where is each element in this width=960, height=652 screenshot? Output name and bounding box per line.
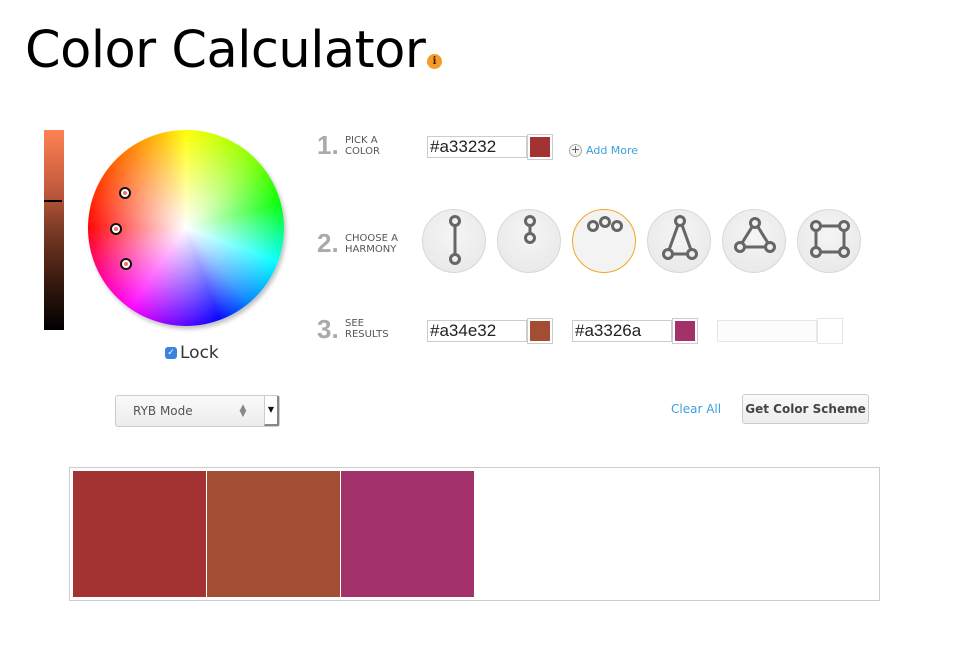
base-color-swatch[interactable]	[527, 134, 553, 160]
palette-swatch-3	[341, 471, 474, 597]
wheel-handle-analogous-1[interactable]	[119, 187, 131, 199]
harmony-split-complementary-button[interactable]	[647, 209, 711, 273]
brightness-slider[interactable]	[44, 130, 64, 330]
brightness-slider-handle[interactable]	[44, 200, 62, 202]
harmony-tetradic-button[interactable]	[797, 209, 861, 273]
monochromatic-icon	[498, 210, 562, 274]
harmony-triadic-button[interactable]	[722, 209, 786, 273]
step-3-label-line2: RESULTS	[345, 329, 389, 340]
step-2-label: CHOOSE A HARMONY	[345, 233, 398, 255]
page-title: Color Calculator	[25, 20, 425, 82]
clear-all-link[interactable]: Clear All	[671, 402, 721, 416]
result-color-field-2	[572, 320, 698, 344]
info-icon[interactable]: i	[427, 54, 442, 69]
step-1-label-line2: COLOR	[345, 146, 380, 157]
result-color-input-2[interactable]	[572, 320, 672, 342]
wheel-handle-base[interactable]	[110, 223, 122, 235]
triadic-icon	[723, 210, 787, 274]
result-color-field-3	[717, 320, 843, 344]
palette-swatch-1	[73, 471, 206, 597]
step-3-number: 3.	[317, 314, 339, 345]
step-3-label: SEE RESULTS	[345, 318, 389, 340]
plus-icon: +	[569, 144, 582, 157]
get-color-scheme-button[interactable]: Get Color Scheme	[742, 394, 869, 424]
result-color-field-1	[427, 320, 553, 344]
step-2-label-line1: CHOOSE A	[345, 233, 398, 244]
step-1-label: PICK A COLOR	[345, 135, 380, 157]
split-complementary-icon	[648, 210, 712, 274]
wheel-handle-analogous-2[interactable]	[120, 258, 132, 270]
result-color-input-3[interactable]	[717, 320, 817, 342]
palette-preview	[69, 467, 880, 601]
result-color-swatch-2[interactable]	[672, 318, 698, 344]
add-more-label: Add More	[586, 144, 638, 157]
base-color-input[interactable]	[427, 136, 527, 158]
color-wheel[interactable]	[88, 130, 284, 326]
base-color-field	[427, 136, 553, 160]
step-1-number: 1.	[317, 130, 339, 161]
step-2-label-line2: HARMONY	[345, 244, 398, 255]
step-2-number: 2.	[317, 228, 339, 259]
tetradic-icon	[798, 210, 862, 274]
add-more-link[interactable]: + Add More	[569, 144, 638, 157]
analogous-icon	[573, 210, 637, 274]
checkbox-checked-icon[interactable]: ✓	[165, 347, 177, 359]
harmony-analogous-button[interactable]	[572, 209, 636, 273]
updown-arrows-icon: ▲▼	[237, 405, 249, 417]
dropdown-arrow-icon[interactable]: ▼	[264, 396, 279, 426]
lock-checkbox[interactable]: ✓ Lock	[165, 343, 219, 363]
result-color-swatch-3[interactable]	[817, 318, 843, 344]
harmony-monochromatic-button[interactable]	[497, 209, 561, 273]
complementary-icon	[423, 210, 487, 274]
result-color-input-1[interactable]	[427, 320, 527, 342]
harmony-complementary-button[interactable]	[422, 209, 486, 273]
palette-swatch-2	[207, 471, 340, 597]
color-mode-value: RYB Mode	[133, 404, 233, 418]
lock-label: Lock	[180, 343, 219, 363]
step-3-label-line1: SEE	[345, 318, 389, 329]
result-color-swatch-1[interactable]	[527, 318, 553, 344]
step-1-label-line1: PICK A	[345, 135, 380, 146]
color-mode-select[interactable]: RYB Mode ▲▼ ▼	[115, 395, 280, 427]
